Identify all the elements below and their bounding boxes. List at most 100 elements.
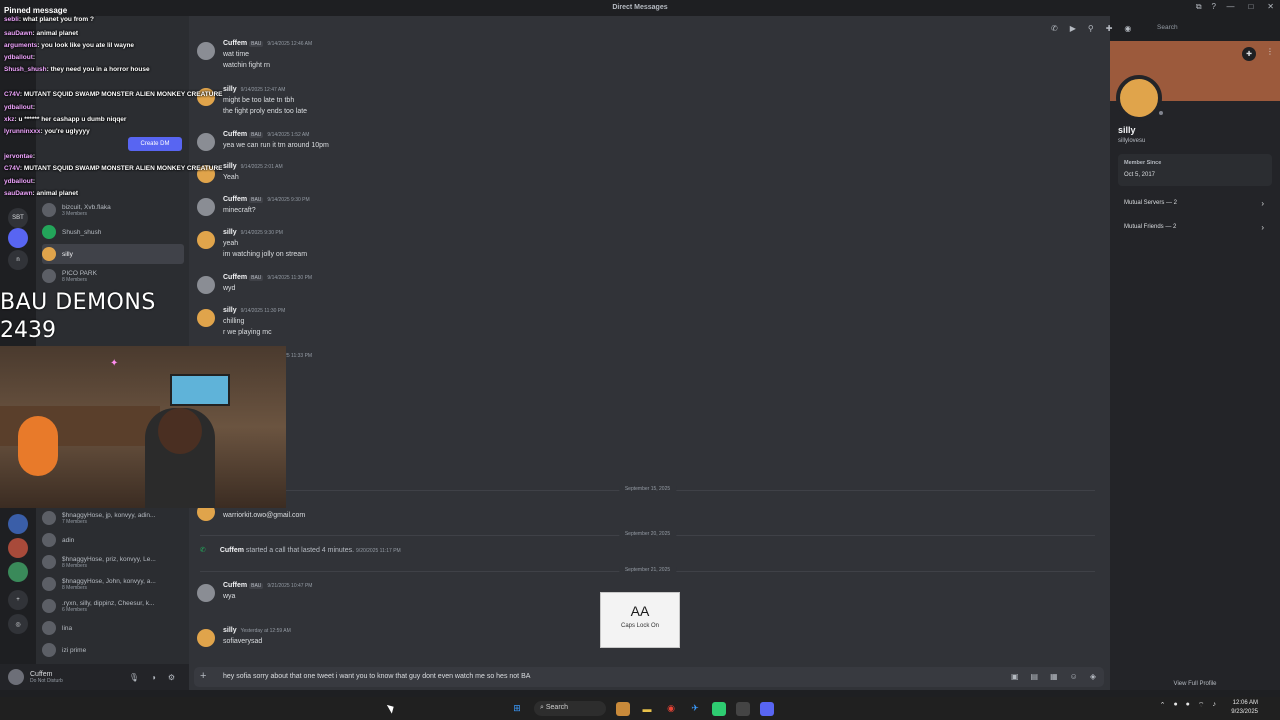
maximize-button[interactable]: □ [1248,2,1253,11]
server-sbt[interactable]: SBT [8,208,28,228]
dm-item[interactable]: $hnaggyHose, jp, konvyy, adin... 7 Member… [42,508,184,528]
start-windows-icon[interactable]: ⊞ [510,702,524,716]
mic-icon[interactable]: 🎙 [129,673,139,682]
tray-app-icon[interactable]: ● [1173,701,1177,710]
message[interactable]: Cuffem BAU 9/14/2025 9:30 PM minecraft? [197,196,1097,219]
add-friends-icon[interactable]: ✚ [1106,24,1113,33]
dm-item[interactable]: Shush_shush [42,222,184,242]
video-call-icon[interactable]: ▶ [1070,24,1076,33]
message[interactable]: silly 9/14/2025 2:01 AM Yeah [197,163,1097,186]
message-composer[interactable]: + hey sofia sorry about that one tweet i… [194,667,1104,687]
stream-chat-line: C74V: MUTANT SQUID SWAMP MONSTER ALIEN M… [4,165,223,172]
dm-item[interactable]: izi prime [42,640,184,660]
explore-icon[interactable]: ◎ [8,614,28,634]
apps-icon[interactable]: ◈ [1090,672,1096,681]
mutual-friends-row[interactable]: Mutual Friends — 2 › [1118,218,1272,238]
pin-icon[interactable]: ⚲ [1088,24,1094,33]
tray-chevron-icon[interactable]: ⌃ [1160,701,1166,710]
network-icon[interactable]: ⌔ [1198,701,1205,710]
stream-chat-text: : MUTANT SQUID SWAMP MONSTER ALIEN MONKE… [19,91,223,98]
avatar[interactable] [197,309,215,327]
app-icon[interactable] [736,701,750,716]
app-icon[interactable] [712,701,726,716]
discord-icon[interactable] [760,701,774,716]
avatar[interactable] [197,276,215,294]
upload-plus-icon[interactable]: + [200,670,206,682]
dm-item[interactable]: .ryxn, silly, dippinz, Cheesur, k... 6 Me… [42,596,184,616]
dm-item[interactable]: $hnaggyHose, priz, konvyy, Le... 8 Member… [42,552,184,572]
dm-item[interactable]: $hnaggyHose, John, konvyy, a... 8 Members [42,574,184,594]
member-since-date: Oct 5, 2017 [1124,172,1156,178]
message[interactable]: silly9/14/2025 11:34 PMu [197,456,1097,479]
message-author[interactable]: Cuffem [223,274,247,281]
help-icon[interactable]: ? [1212,2,1216,12]
message-author[interactable]: silly [223,307,237,314]
server-icon[interactable] [8,228,28,248]
taskbar-search[interactable]: ⌕ Search [534,701,606,716]
message-author[interactable]: Cuffem [223,582,247,589]
message[interactable]: Cuffem BAU 9/14/2025 12:46 AM wat time watch… [197,40,1097,74]
message-author[interactable]: Cuffem [223,196,247,203]
gift-icon[interactable]: ▣ [1011,672,1019,681]
file-explorer-icon[interactable]: ▬ [640,702,654,716]
message[interactable]: silly 9/14/2025 12:47 AM might be too late… [197,86,1097,120]
dm-item[interactable]: adin [42,530,184,550]
avatar[interactable] [197,231,215,249]
stream-chat-text: : [32,54,36,61]
minimize-button[interactable]: — [1226,2,1234,11]
dm-item[interactable]: PICO PARK 8 Members [42,266,184,286]
volume-icon[interactable]: ♪ [1213,701,1217,710]
avatar[interactable] [8,669,24,685]
avatar [42,533,56,547]
stream-chat-user: ydballout [4,54,33,61]
sticker-icon[interactable]: ▦ [1050,672,1058,681]
avatar[interactable] [197,198,215,216]
view-full-profile-link[interactable]: View Full Profile [1110,681,1280,687]
tray-app-icon[interactable]: ● [1186,701,1190,710]
avatar[interactable] [197,629,215,647]
server-icon[interactable] [8,562,28,582]
dm-name: lina [62,624,73,632]
dm-item[interactable]: bizcuit, Xvb.flaka 3 Members [42,200,184,220]
chrome-icon[interactable]: ◉ [664,702,678,716]
close-button[interactable]: ✕ [1267,2,1274,11]
message[interactable]: CuffemBAU9/14/2025 11:33 PMrrent one [197,352,1097,375]
settings-gear-icon[interactable]: ⚙ [168,673,175,682]
voice-call-icon[interactable]: ✆ [1051,24,1058,33]
steam-icon[interactable]: ✈ [688,702,702,716]
message[interactable]: Cuffem BAU 9/14/2025 1:52 AM yea we can run… [197,131,1097,154]
add-server-icon[interactable]: + [8,590,28,610]
server-n[interactable]: n [8,250,28,270]
stream-chat-user: xkz [4,116,15,123]
app-icon[interactable] [616,701,630,716]
inbox-icon[interactable]: ⧉ [1196,2,1202,12]
dm-name: $hnaggyHose, John, konvyy, a... [62,577,156,585]
clock[interactable]: 12:06 AM 9/23/2025 [1231,699,1258,717]
mutual-servers-row[interactable]: Mutual Servers — 2 › [1118,194,1272,214]
taskbar-search-label: Search [545,704,569,711]
avatar[interactable] [197,584,215,602]
message-author[interactable]: silly [223,627,237,634]
message-author[interactable]: silly [223,229,237,236]
message[interactable]: Cuffem BAU 9/14/2025 11:30 PM wyd [197,274,1097,297]
stream-chat-text: : [32,153,36,160]
gif-icon[interactable]: ▤ [1031,672,1039,681]
message[interactable]: silly 9/14/2025 11:30 PM chilling r we play… [197,307,1097,341]
profile-avatar[interactable] [1116,75,1162,121]
message-time: 9/14/2025 11:30 PM [240,308,286,314]
add-friend-icon[interactable]: ✚ [1242,47,1256,61]
dm-item[interactable]: lina [42,618,184,638]
emoji-icon[interactable]: ☺ [1070,672,1078,681]
user-profile-icon[interactable]: ◉ [1124,24,1131,33]
search-input[interactable]: Search [1152,21,1268,35]
message[interactable]: silly 9/14/2025 9:30 PM yeah im watching jo… [197,229,1097,263]
server-icon[interactable] [8,514,28,534]
message-input[interactable]: hey sofia sorry about that one tweet i w… [223,673,530,680]
server-icon[interactable] [8,538,28,558]
dm-item-selected[interactable]: silly [42,244,184,264]
message[interactable]: sillywarriorkit.owo@gmail.com [197,501,1097,524]
stream-chat-line: sebli: what planet you from ? [4,16,94,23]
more-icon[interactable]: ⋮ [1266,47,1274,56]
headphones-icon[interactable]: ◑ [151,673,156,682]
message-time: Yesterday at 12:59 AM [240,628,291,634]
